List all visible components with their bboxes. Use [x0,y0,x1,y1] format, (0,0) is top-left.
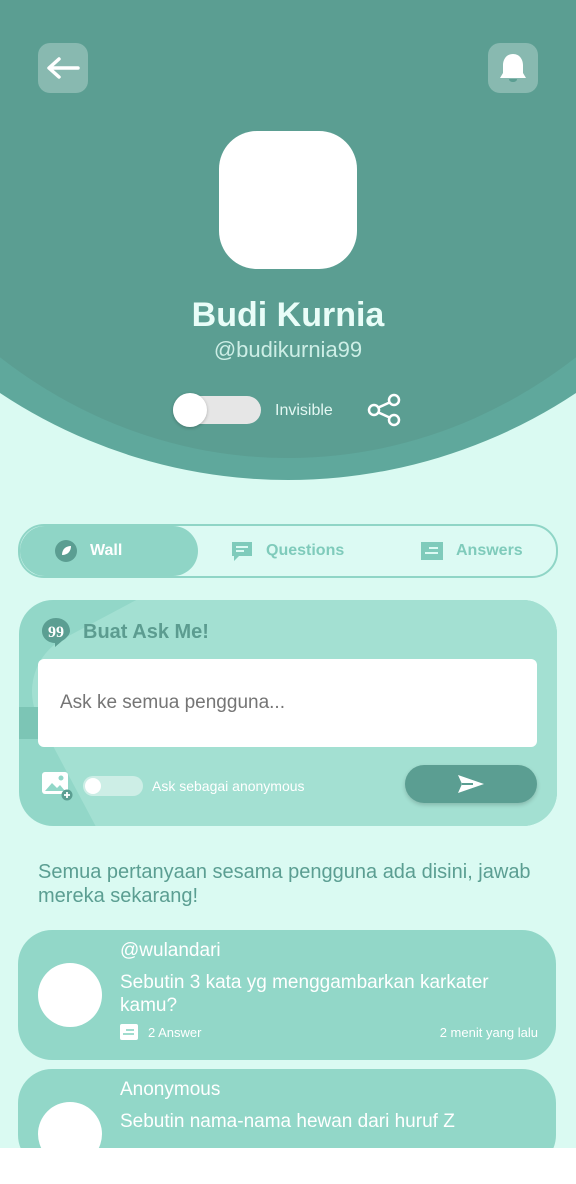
share-button[interactable] [366,392,402,428]
send-icon [458,775,484,793]
bell-icon [500,54,526,82]
profile-screen: Budi Kurnia @budikurnia99 Invisible Wall [0,0,576,1148]
question-card[interactable]: @wulandari Sebutin 3 kata yg menggambark… [18,930,556,1060]
avatar[interactable] [38,963,102,1027]
post-answers[interactable]: 2 Answer [120,1024,201,1040]
answer-icon [421,542,443,560]
ask-title: Buat Ask Me! [83,621,209,643]
tab-wall[interactable]: Wall [54,526,122,576]
question-card[interactable]: Anonymous Sebutin nama-nama hewan dari h… [18,1069,556,1148]
post-timestamp: 2 menit yang lalu [439,1025,538,1040]
tab-answers[interactable]: Answers [420,526,523,576]
post-username: Anonymous [120,1079,221,1100]
share-icon [367,393,401,427]
leaf-icon [55,540,77,562]
notification-button[interactable] [488,43,538,93]
profile-avatar[interactable] [219,131,357,269]
answer-icon [120,1024,138,1040]
toggle-knob [173,393,207,427]
ask-input[interactable] [38,659,537,747]
tab-answers-label: Answers [456,542,523,559]
anonymous-toggle[interactable] [83,776,143,796]
post-question: Sebutin 3 kata yg menggambarkan karkater… [120,972,489,1016]
post-question: Sebutin nama-nama hewan dari huruf Z [120,1111,455,1132]
tab-questions[interactable]: Questions [230,526,344,576]
arrow-left-icon [47,57,80,79]
tab-questions-label: Questions [266,542,345,559]
toggle-knob [85,778,101,794]
ask-card: 99 Buat Ask Me! Ask sebagai anonymous [19,600,557,826]
anonymous-label: Ask sebagai anonymous [152,778,305,794]
profile-handle: @budikurnia99 [213,337,363,362]
quote-icon: 99 [42,618,70,647]
svg-text:99: 99 [48,624,64,641]
tab-wall-label: Wall [90,542,123,559]
chat-icon [232,542,252,561]
visibility-label: Invisible [275,402,333,419]
image-upload-icon[interactable] [41,771,73,801]
profile-tabs: Wall Questions Answers [18,524,558,578]
back-button[interactable] [38,43,88,93]
card-decoration-edge [19,707,39,739]
answer-count: 2 Answer [148,1024,202,1040]
avatar[interactable] [38,1102,102,1148]
feed-intro: Semua pertanyaan sesama pengguna ada dis… [38,861,531,907]
post-username[interactable]: @wulandari [120,940,221,962]
send-button[interactable] [405,765,537,803]
profile-name: Budi Kurnia [191,296,385,334]
visibility-toggle[interactable] [173,393,261,427]
